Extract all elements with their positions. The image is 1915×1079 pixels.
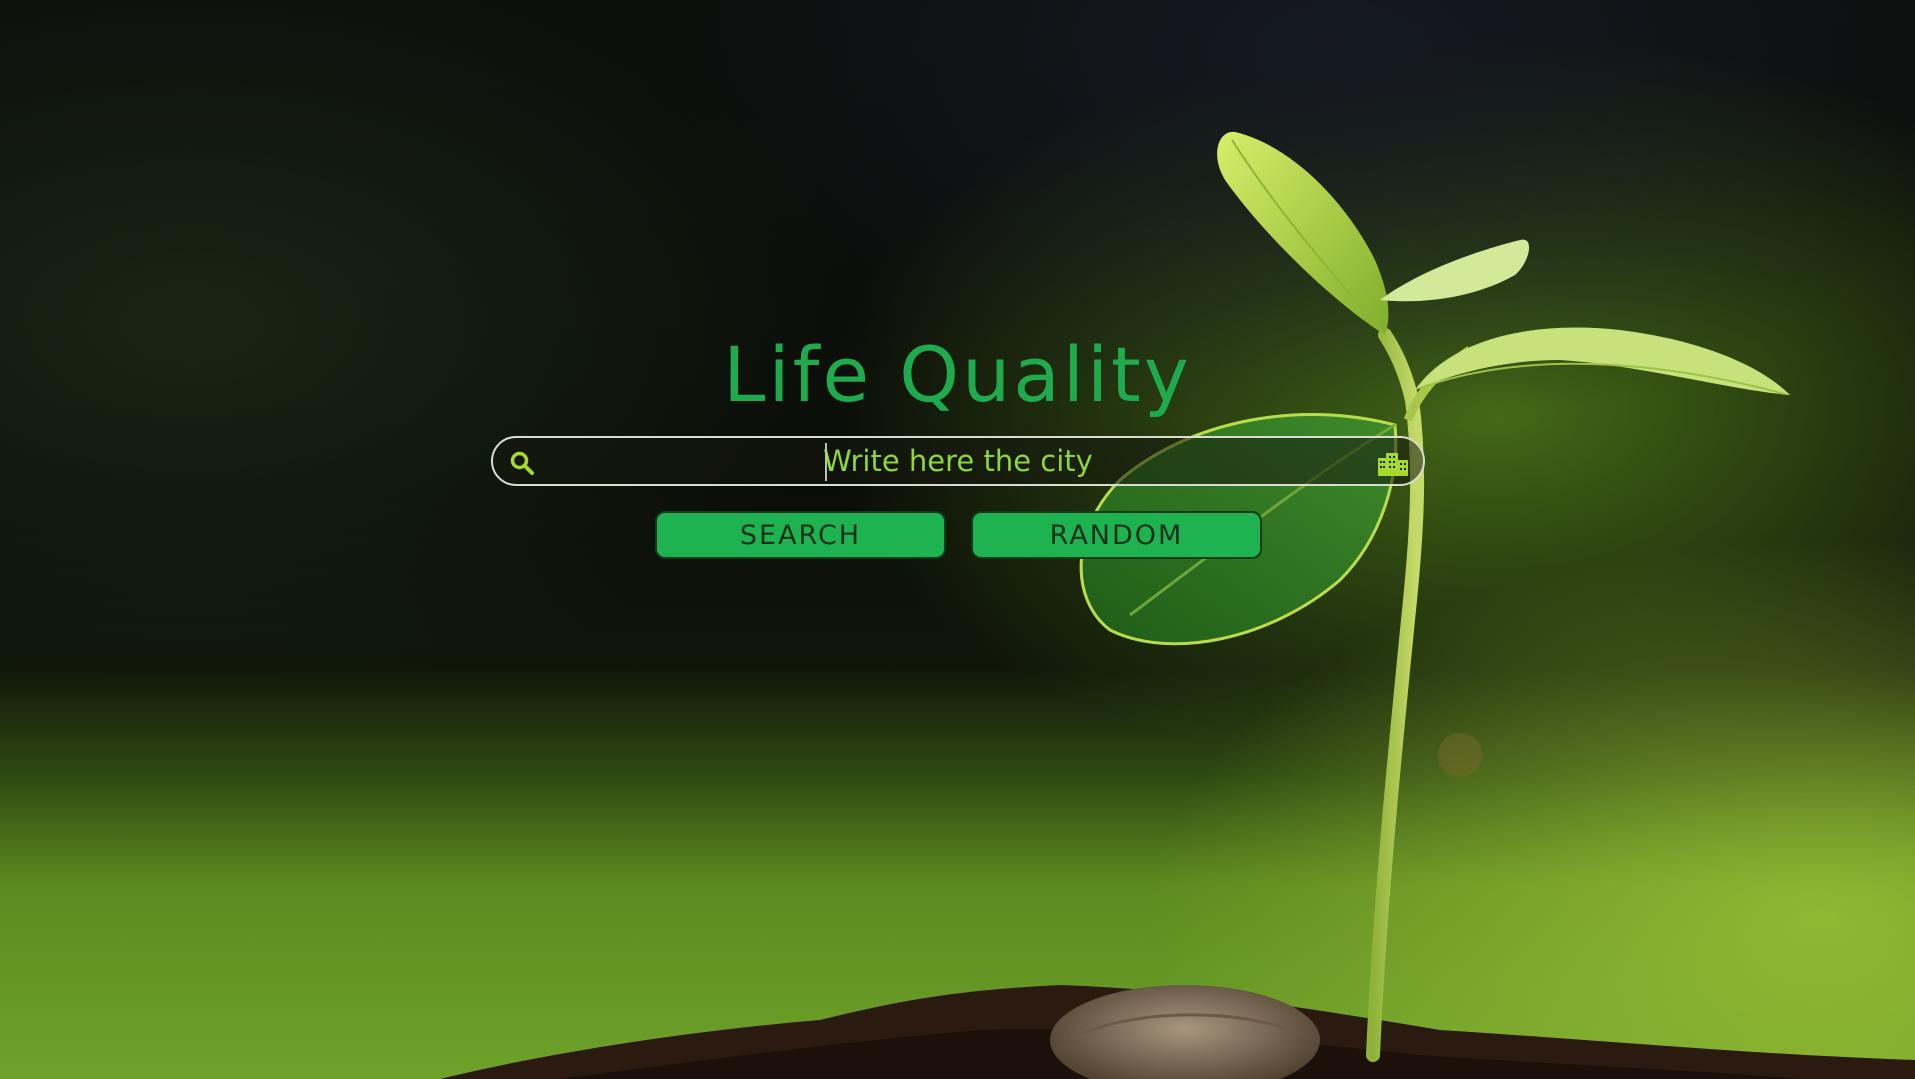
text-cursor — [825, 443, 827, 481]
city-search-input[interactable] — [553, 442, 1363, 480]
hero-section: Life Quality Write here the city SEARCH … — [0, 0, 1915, 1079]
search-button[interactable]: SEARCH — [655, 511, 946, 559]
random-button[interactable]: RANDOM — [971, 511, 1262, 559]
landing-page: Life Quality Write here the city SEARCH … — [0, 0, 1915, 1079]
search-icon[interactable] — [509, 450, 535, 476]
page-title: Life Quality — [723, 330, 1192, 419]
search-bar[interactable] — [491, 436, 1425, 486]
city-buildings-icon — [1378, 453, 1408, 476]
